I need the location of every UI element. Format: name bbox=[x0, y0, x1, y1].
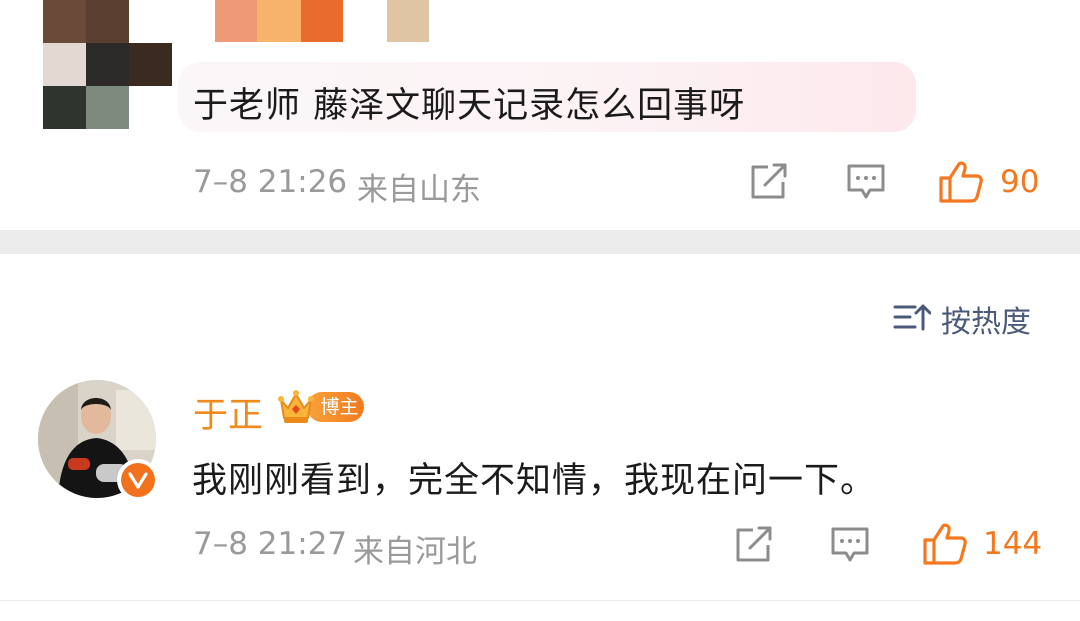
author-badge-label: 博主 bbox=[307, 392, 364, 422]
comment-text: 我刚刚看到，完全不知情，我现在问一下。 bbox=[192, 461, 877, 501]
comment-location: 来自河北 bbox=[353, 534, 477, 570]
comment-text: 于老师 藤泽文聊天记录怎么回事呀 bbox=[193, 86, 746, 126]
sort-label: 按热度 bbox=[941, 305, 1031, 340]
like-count: 144 bbox=[983, 526, 1043, 562]
comment-location: 来自山东 bbox=[357, 172, 481, 208]
pixelated-avatar[interactable] bbox=[43, 0, 173, 129]
share-icon[interactable] bbox=[733, 525, 775, 565]
comment-timestamp: 7–8 21:27 bbox=[193, 526, 348, 562]
thumbs-up-icon[interactable] bbox=[938, 160, 984, 204]
divider-line bbox=[0, 600, 1080, 601]
sort-icon bbox=[893, 301, 932, 333]
crown-icon bbox=[277, 388, 315, 426]
pixelated-username bbox=[215, 0, 435, 42]
comment-icon[interactable] bbox=[830, 526, 870, 564]
author-badge: 博主 bbox=[277, 388, 366, 426]
comment-icon[interactable] bbox=[846, 163, 886, 201]
sort-toggle[interactable]: 按热度 bbox=[893, 297, 1043, 340]
thumbs-up-icon[interactable] bbox=[922, 522, 968, 566]
username[interactable]: 于正 bbox=[193, 387, 263, 438]
section-divider bbox=[0, 230, 1080, 254]
like-count: 90 bbox=[1000, 164, 1040, 200]
comment-timestamp: 7–8 21:26 bbox=[193, 164, 348, 200]
share-icon[interactable] bbox=[748, 162, 790, 202]
verified-badge-icon bbox=[117, 459, 159, 501]
